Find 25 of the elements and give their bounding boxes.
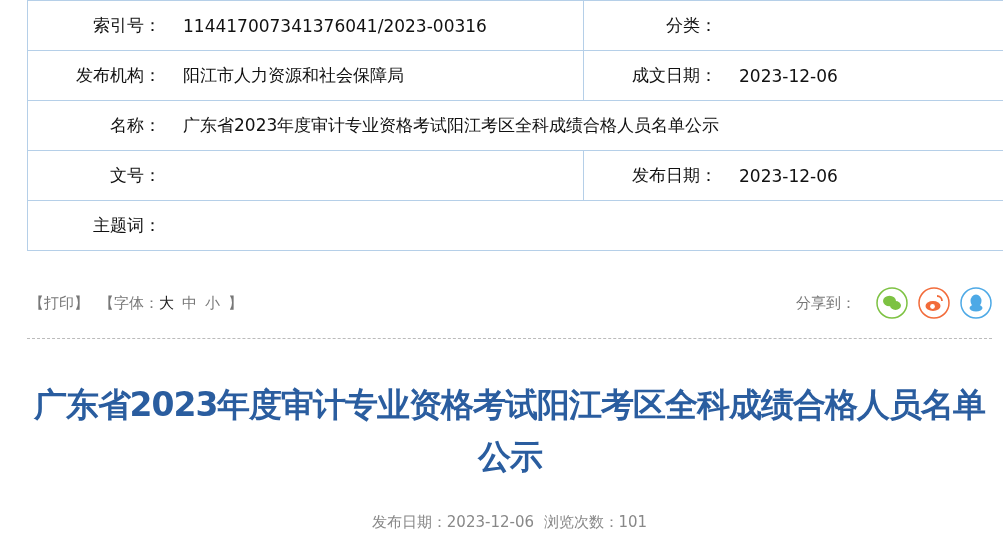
field-label: 发布日期： bbox=[632, 165, 717, 185]
field-label: 文号： bbox=[110, 165, 161, 185]
font-size-link[interactable]: 小 bbox=[205, 293, 220, 313]
penguin-icon[interactable] bbox=[960, 287, 992, 319]
field-label: 索引号： bbox=[93, 15, 161, 35]
font-size-label: 【字体： bbox=[99, 293, 159, 313]
field-label: 名称： bbox=[110, 115, 161, 135]
field-label: 发布机构： bbox=[76, 65, 161, 85]
font-size-link[interactable]: 大 bbox=[159, 293, 174, 313]
article-title: 广东省2023年度审计专业资格考试阳江考区全科成绩合格人员名单公示 bbox=[32, 384, 987, 478]
bracket: 】 bbox=[228, 293, 243, 313]
eye-icon[interactable] bbox=[918, 287, 950, 319]
field-label: 分类： bbox=[666, 15, 717, 35]
font-size-link[interactable]: 中 bbox=[182, 293, 197, 313]
print-link[interactable]: 【打印】 bbox=[29, 293, 89, 313]
chat-bubbles-icon[interactable] bbox=[876, 287, 908, 319]
field-label: 主题词： bbox=[93, 215, 161, 235]
field-label: 成文日期： bbox=[632, 65, 717, 85]
field-value: 2023-12-06 bbox=[739, 165, 838, 186]
article-meta: 发布日期：2023-12-06 浏览次数：101 bbox=[370, 513, 649, 532]
share-label: 分享到： bbox=[796, 293, 856, 313]
field-value: 2023-12-06 bbox=[739, 65, 838, 86]
field-value: 阳江市人力资源和社会保障局 bbox=[183, 65, 404, 85]
field-value: 114417007341376041/2023-00316 bbox=[183, 15, 487, 36]
field-value: 广东省2023年度审计专业资格考试阳江考区全科成绩合格人员名单公示 bbox=[183, 115, 720, 135]
